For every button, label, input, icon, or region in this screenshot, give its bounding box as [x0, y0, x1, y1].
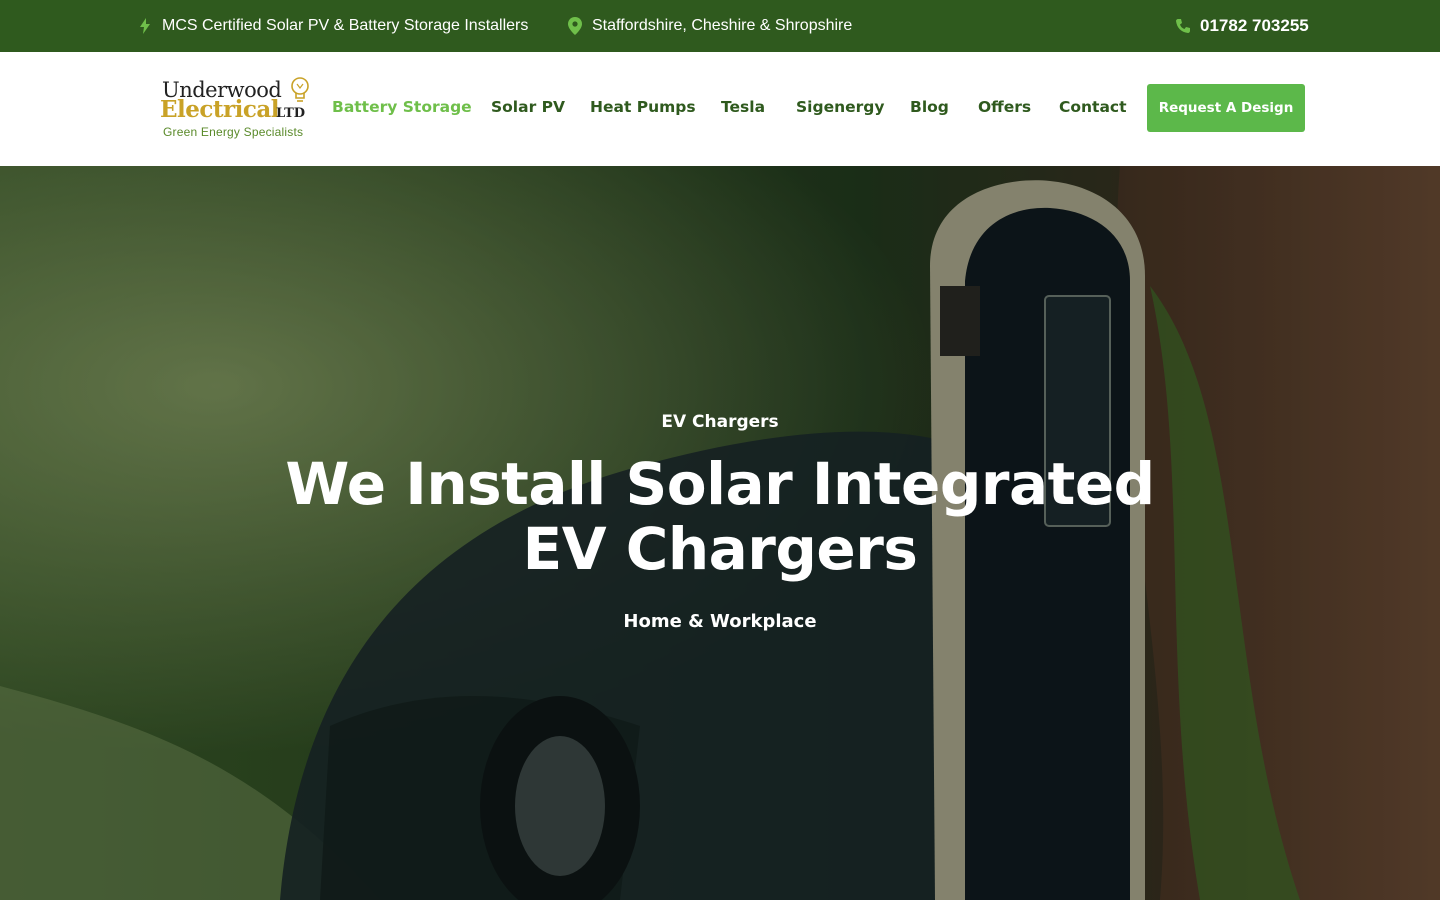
logo-line2: Electrical	[160, 96, 280, 123]
certification-info: MCS Certified Solar PV & Battery Storage…	[136, 0, 528, 52]
logo-tagline: Green Energy Specialists	[163, 125, 304, 139]
logo-suffix: LTD	[276, 106, 306, 121]
lightning-icon	[136, 17, 154, 35]
top-info-bar: MCS Certified Solar PV & Battery Storage…	[0, 0, 1440, 52]
hero-title-line1: We Install Solar Integrated	[285, 450, 1155, 518]
phone-icon	[1174, 17, 1192, 35]
phone-number[interactable]: 01782 703255	[1200, 16, 1309, 36]
nav-item-battery-storage[interactable]: Battery Storage	[332, 98, 472, 116]
nav-item-heat-pumps[interactable]: Heat Pumps	[590, 98, 696, 116]
site-logo[interactable]: Underwood Electrical LTD Green Energy Sp…	[160, 76, 315, 142]
hero-title: We Install Solar Integrated EV Chargers	[0, 452, 1440, 582]
phone-link[interactable]: 01782 703255	[1174, 0, 1309, 52]
hero-banner: EV Chargers We Install Solar Integrated …	[0, 166, 1440, 900]
certification-text: MCS Certified Solar PV & Battery Storage…	[162, 17, 529, 34]
hero-subtitle: Home & Workplace	[623, 611, 817, 632]
hero-title-line2: EV Chargers	[522, 515, 918, 583]
nav-item-blog[interactable]: Blog	[910, 98, 949, 116]
hero-eyebrow: EV Chargers	[661, 412, 779, 432]
nav-item-solar-pv[interactable]: Solar PV	[491, 98, 565, 116]
location-info: Staffordshire, Cheshire & Shropshire	[566, 0, 852, 52]
nav-item-tesla[interactable]: Tesla	[721, 98, 765, 116]
lightbulb-icon	[291, 77, 309, 102]
nav-item-contact[interactable]: Contact	[1059, 98, 1127, 116]
nav-item-offers[interactable]: Offers	[978, 98, 1031, 116]
nav-item-sigenergy[interactable]: Sigenergy	[796, 98, 884, 116]
location-text: Staffordshire, Cheshire & Shropshire	[592, 17, 853, 34]
request-design-button[interactable]: Request A Design	[1147, 84, 1305, 132]
site-header: Underwood Electrical LTD Green Energy Sp…	[0, 52, 1440, 166]
map-pin-icon	[566, 17, 584, 35]
